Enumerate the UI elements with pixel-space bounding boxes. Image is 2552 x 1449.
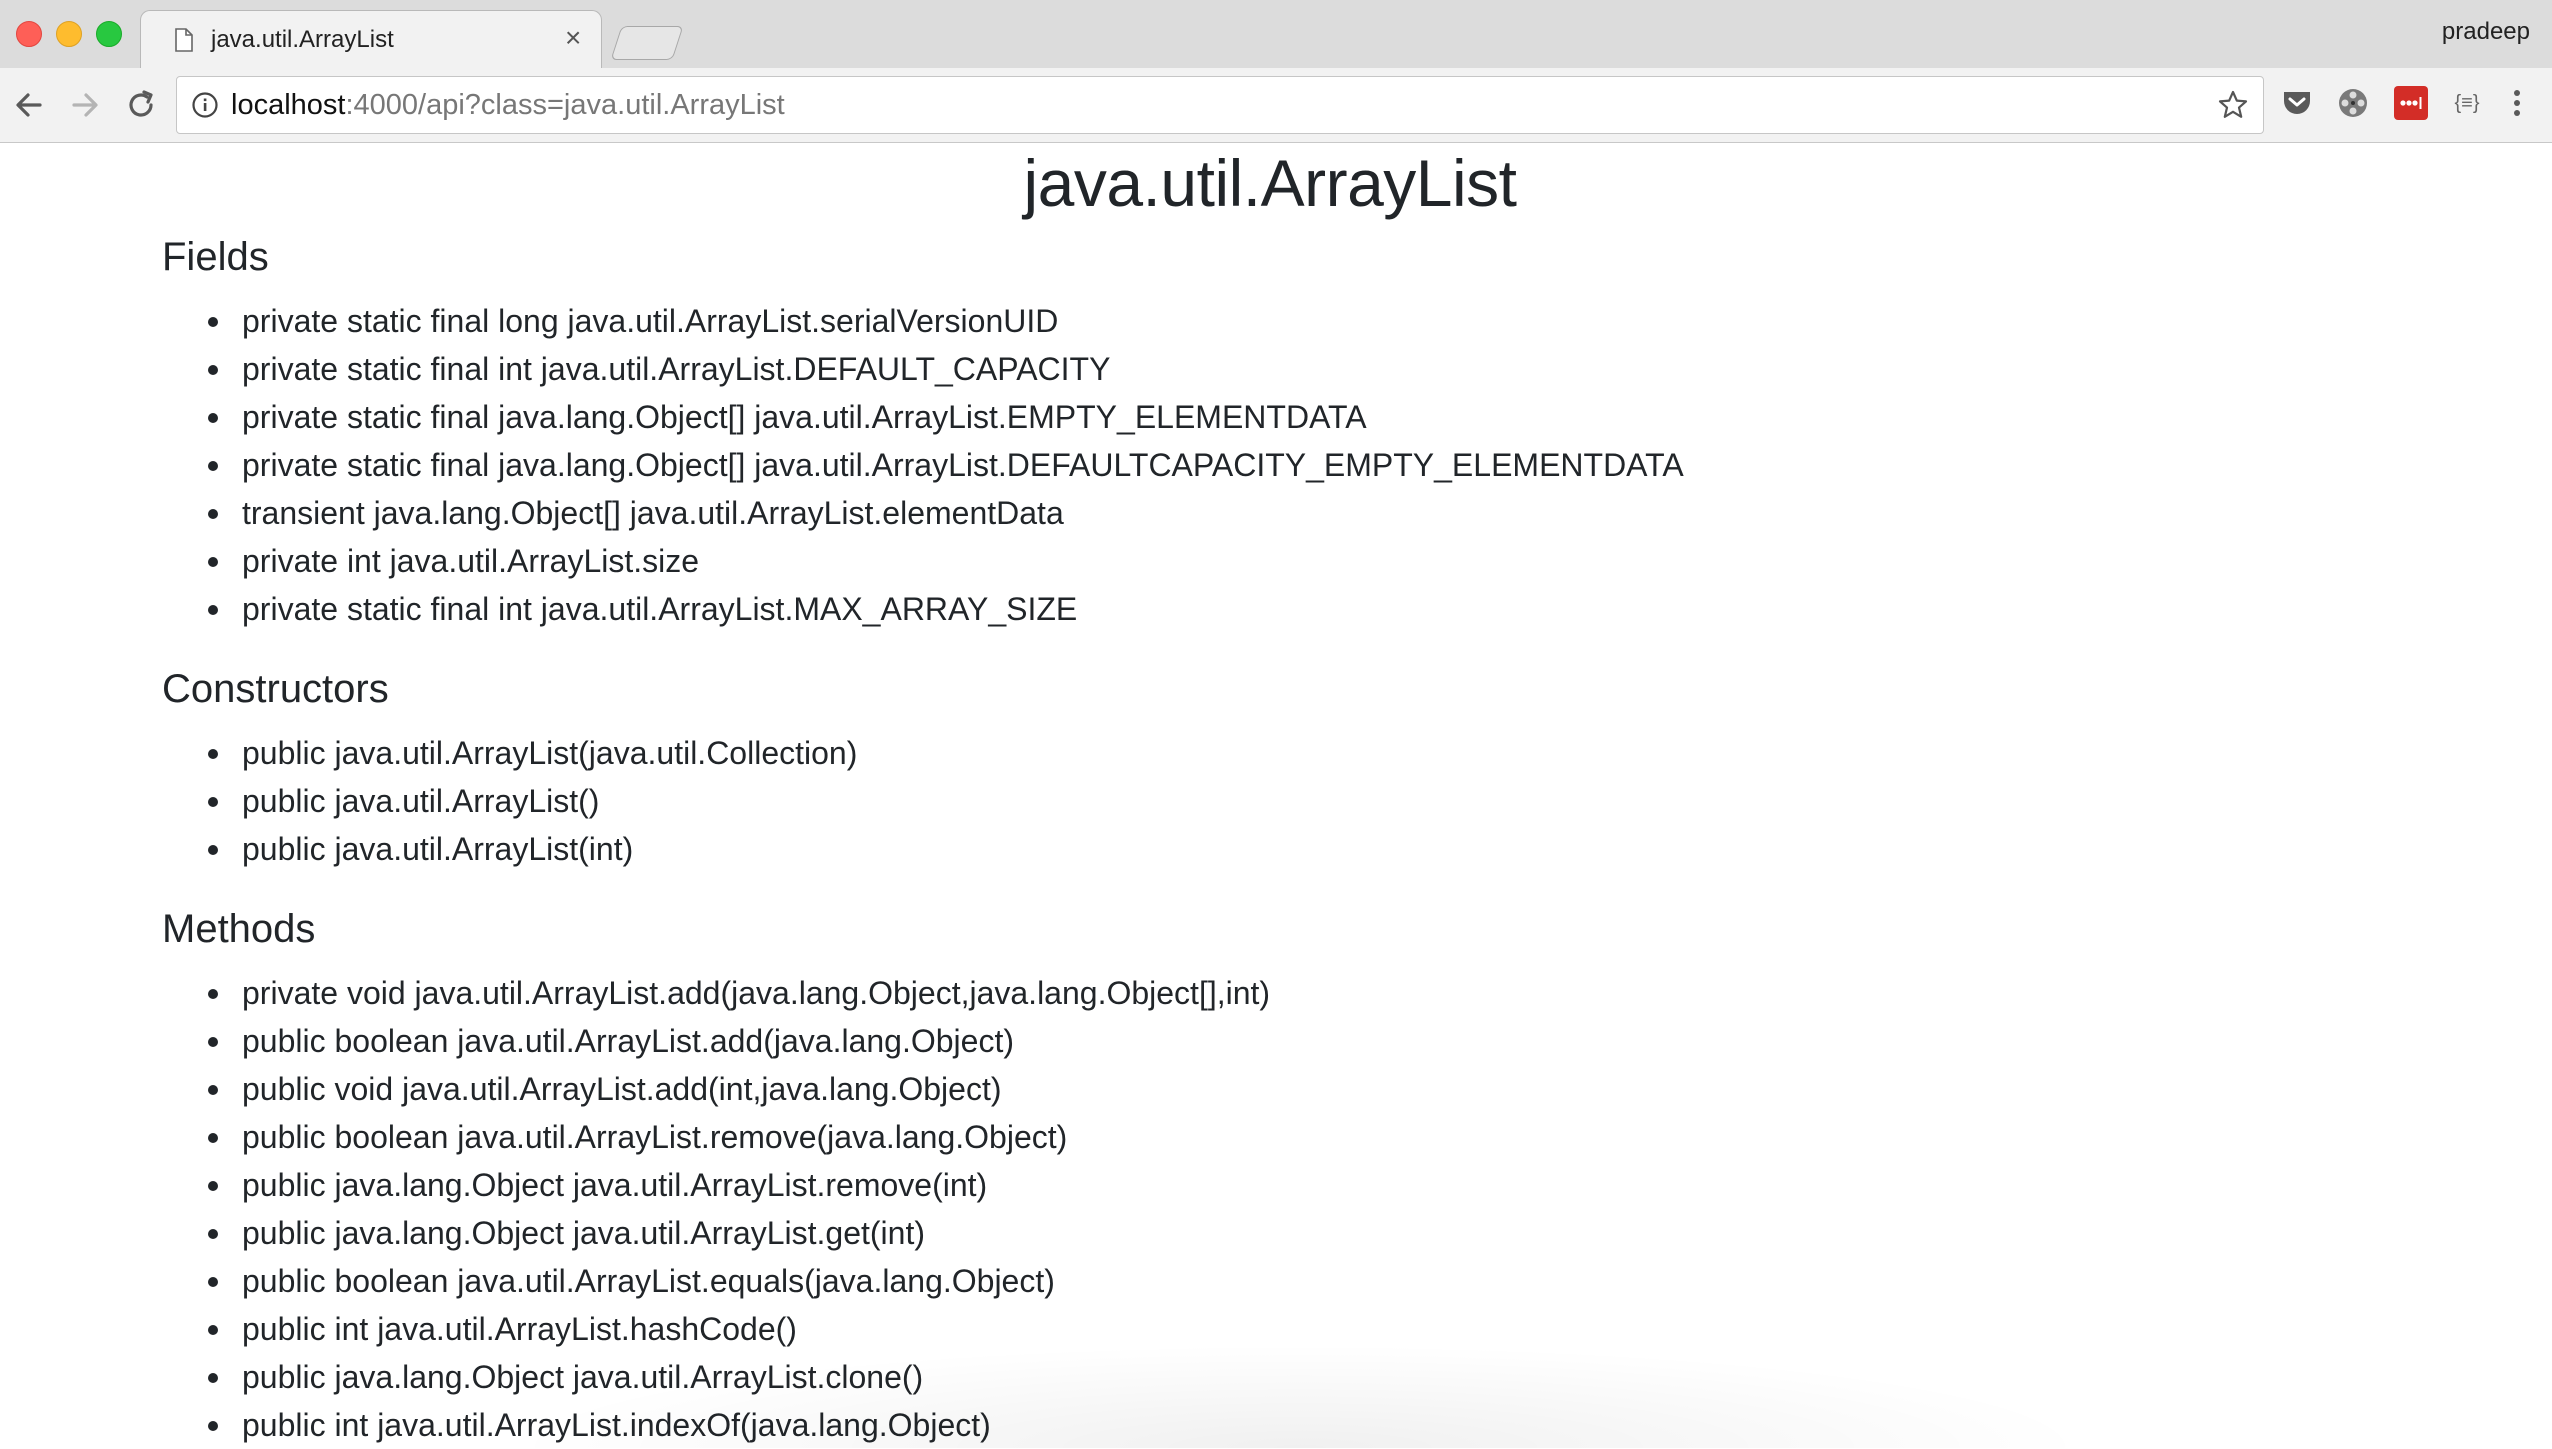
list-item: transient java.lang.Object[] java.util.A…	[162, 489, 1684, 537]
methods-list: private void java.util.ArrayList.add(jav…	[162, 969, 1270, 1449]
list-item: public java.lang.Object java.util.ArrayL…	[162, 1209, 1270, 1257]
list-item: public int java.util.ArrayList.hashCode(…	[162, 1305, 1270, 1353]
film-reel-icon[interactable]	[2336, 86, 2370, 120]
page-title: java.util.ArrayList	[1023, 146, 1517, 220]
list-item: public java.lang.Object java.util.ArrayL…	[162, 1353, 1270, 1401]
pocket-icon[interactable]	[2280, 86, 2314, 120]
list-item: private static final java.lang.Object[] …	[162, 441, 1684, 489]
minimize-window-button[interactable]	[56, 21, 82, 47]
address-path: :4000/api?class=java.util.ArrayList	[345, 89, 785, 121]
new-tab-button[interactable]	[610, 26, 684, 60]
list-item: public boolean java.util.ArrayList.equal…	[162, 1257, 1270, 1305]
document-icon	[175, 28, 193, 52]
list-item: private static final long java.util.Arra…	[162, 297, 1684, 345]
list-item: public int java.util.ArrayList.indexOf(j…	[162, 1401, 1270, 1449]
list-item: private void java.util.ArrayList.add(jav…	[162, 969, 1270, 1017]
list-item: private static final int java.util.Array…	[162, 585, 1684, 633]
tab-active[interactable]: java.util.ArrayList ×	[140, 10, 602, 69]
methods-heading: Methods	[162, 907, 316, 951]
list-item: private int java.util.ArrayList.size	[162, 537, 1684, 585]
forward-arrow-icon[interactable]	[66, 86, 104, 124]
json-formatter-icon[interactable]: {≡}	[2450, 86, 2484, 120]
info-icon[interactable]	[191, 91, 219, 119]
kebab-menu-icon[interactable]	[2500, 86, 2534, 120]
profile-name[interactable]: pradeep	[2442, 18, 2530, 46]
back-arrow-icon[interactable]	[10, 86, 48, 124]
close-window-button[interactable]	[16, 21, 42, 47]
constructors-heading: Constructors	[162, 667, 389, 711]
tab-title: java.util.ArrayList	[211, 26, 394, 53]
address-host: localhost	[231, 89, 346, 121]
address-bar[interactable]: localhost:4000/api?class=java.util.Array…	[176, 76, 2264, 134]
tab-close-icon[interactable]: ×	[565, 22, 581, 53]
list-item: public boolean java.util.ArrayList.add(j…	[162, 1017, 1270, 1065]
browser-chrome: java.util.ArrayList × pradeep localhost:…	[0, 0, 2552, 143]
tab-strip: java.util.ArrayList × pradeep	[0, 0, 2552, 69]
list-item: private static final int java.util.Array…	[162, 345, 1684, 393]
list-item: public java.util.ArrayList()	[162, 777, 857, 825]
constructors-list: public java.util.ArrayList(java.util.Col…	[162, 729, 857, 873]
lastpass-icon[interactable]	[2394, 86, 2428, 120]
page-content: java.util.ArrayList Fields private stati…	[0, 143, 2552, 1448]
fields-list: private static final long java.util.Arra…	[162, 297, 1684, 633]
fields-heading: Fields	[162, 235, 269, 279]
list-item: public void java.util.ArrayList.add(int,…	[162, 1065, 1270, 1113]
list-item: public boolean java.util.ArrayList.remov…	[162, 1113, 1270, 1161]
zoom-window-button[interactable]	[96, 21, 122, 47]
address-text[interactable]: localhost:4000/api?class=java.util.Array…	[231, 89, 785, 122]
browser-toolbar: localhost:4000/api?class=java.util.Array…	[0, 68, 2552, 142]
reload-icon[interactable]	[122, 86, 160, 124]
list-item: public java.util.ArrayList(java.util.Col…	[162, 729, 857, 777]
list-item: private static final java.lang.Object[] …	[162, 393, 1684, 441]
list-item: public java.util.ArrayList(int)	[162, 825, 857, 873]
list-item: public java.lang.Object java.util.ArrayL…	[162, 1161, 1270, 1209]
bookmark-star-icon[interactable]	[2217, 89, 2249, 121]
